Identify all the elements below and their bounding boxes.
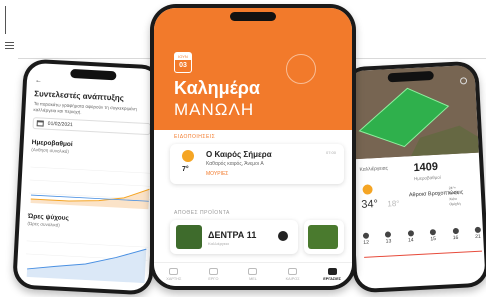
alerts-section-title: ΕΙΔΟΠΟΙΗΣΕΙΣ (174, 134, 216, 140)
date-badge: ΙΟΥΝ 03 (174, 52, 192, 73)
tab-tasks[interactable]: ΕΡΓΑΣΙΕΣ (317, 268, 347, 281)
degree-days-subtitle: (Ανθηση συνολικά) (31, 147, 70, 154)
right-phone-mockup: Καλλιέργειας 1409 Ημεροβαθμοί Αθροισ Βρο… (342, 60, 486, 294)
date-badge-month: ΙΟΥΝ (175, 53, 191, 60)
back-arrow-icon[interactable]: ← (35, 77, 42, 84)
left-phone-screen: ← Συντελεστές ανάπτυξης Τα παρακάτω γραφ… (16, 62, 160, 292)
forecast-day[interactable]: 16 (452, 227, 459, 241)
cloud-icon (407, 230, 414, 237)
weather-time: 07:00 (325, 150, 336, 155)
leaf-icon (208, 268, 218, 275)
center-phone-screen: ΙΟΥΝ 03 Καλημέρα ΜΑΝΩΛΗ ΕΙΔΟΠΟΙΗΣΕΙΣ 7° … (154, 8, 352, 286)
cloud-icon (474, 226, 481, 233)
temperature-low: 18° (387, 198, 400, 209)
chill-hours-chart (25, 240, 149, 284)
legend-item: Βροχή (448, 191, 459, 196)
tab-map[interactable]: ΧΑΡΤΗΣ (159, 268, 189, 281)
tree-card[interactable]: ΔΕΝΤΡΑ 11 Καλλιέργεια (170, 220, 298, 254)
weather-legend: 24°+ Βροχή Χιόνι Ομίχλη (449, 186, 461, 208)
hamburger-menu-icon[interactable] (5, 42, 14, 49)
sun-icon (362, 184, 373, 195)
phone-notch (70, 68, 117, 81)
date-badge-day: 03 (179, 62, 187, 69)
right-phone-screen: Καλλιέργειας 1409 Ημεροβαθμοί Αθροισ Βρο… (346, 64, 486, 290)
legend-item: Ομίχλη (449, 201, 461, 207)
forecast-day[interactable]: 12 (362, 232, 370, 246)
tab-mel[interactable]: MEL (238, 268, 268, 281)
temperature-trend-line (364, 250, 482, 258)
phone-notch (230, 12, 276, 21)
weather-card[interactable]: 7° Ο Καιρός Σήμερα Καθαρός καιρός, Άνεμο… (170, 144, 344, 184)
user-name: ΜΑΝΩΛΗ (174, 100, 255, 119)
weather-title: Ο Καιρός Σήμερα (206, 150, 272, 159)
tab-project[interactable]: ΕΡΓΟ (198, 268, 228, 281)
sun-icon (182, 150, 194, 162)
left-phone-mockup: ← Συντελεστές ανάπτυξης Τα παρακάτω γραφ… (12, 58, 164, 296)
grid-icon (248, 268, 258, 275)
tree-card-title: ΔΕΝΤΡΑ 11 (208, 230, 257, 240)
weather-temperature: 7° (182, 166, 189, 173)
field-thumbnail (176, 225, 202, 249)
sun-icon (278, 231, 288, 241)
degree-days-sub: Ημεροβαθμοί (413, 174, 441, 182)
products-section-title: ΑΠΟΘΕΣ ΠΡΟΪΟΝΤΑ (174, 210, 230, 216)
cloud-icon (385, 231, 392, 238)
cloud-icon (362, 232, 370, 239)
weather-description: Καθαρός καιρός, Άνεμοι A (206, 161, 264, 167)
forecast-days: 12 13 14 15 16 21 (362, 226, 482, 246)
calendar-icon (36, 120, 44, 127)
tree-card-subtitle: Καλλιέργεια (208, 241, 229, 246)
tasks-icon (327, 268, 337, 275)
weather-icon (288, 268, 298, 275)
field-thumbnail (308, 225, 338, 249)
forecast-day[interactable]: 13 (385, 231, 392, 245)
cloud-icon (429, 229, 437, 236)
degree-days-value: 1409 (413, 160, 439, 175)
field-card[interactable] (304, 220, 344, 254)
growth-factors-description: Τα παρακάτω γραφήματα αφορούν τη συγκεκρ… (33, 101, 138, 115)
screenshot-stage: y ← Συντελεστές ανάπτυξης Τα παρακάτω γρ… (0, 0, 486, 297)
forecast-day[interactable]: 21 (474, 226, 482, 240)
forecast-day[interactable]: 14 (407, 230, 415, 243)
map-icon (169, 268, 179, 275)
degree-days-chart (29, 166, 153, 210)
bottom-tab-bar: ΧΑΡΤΗΣ ΕΡΓΟ MEL ΚΑΙΡΟΣ ΕΡΓΑΣΙΕΣ (154, 262, 352, 286)
weather-location: ΜΟΥΡΙΕΣ (206, 171, 229, 177)
date-value: 01/02/2021 (47, 120, 73, 129)
cloud-icon (452, 227, 459, 235)
vertical-divider (5, 6, 6, 34)
tab-weather[interactable]: ΚΑΙΡΟΣ (278, 268, 308, 281)
crop-label: Καλλιέργειας (359, 165, 389, 173)
chill-hours-subtitle: (Ώρες συνολικά) (27, 220, 60, 228)
forecast-day[interactable]: 15 (429, 229, 437, 242)
date-picker[interactable]: 01/02/2021 (32, 117, 151, 136)
greeting-hero: ΙΟΥΝ 03 Καλημέρα ΜΑΝΩΛΗ (154, 8, 352, 130)
growth-factors-title: Συντελεστές ανάπτυξης (34, 89, 125, 103)
greeting-text: Καλημέρα (174, 78, 260, 98)
sun-outline-icon (286, 54, 316, 84)
temperature-high: 34° (361, 198, 379, 211)
center-phone-mockup: ΙΟΥΝ 03 Καλημέρα ΜΑΝΩΛΗ ΕΙΔΟΠΟΙΗΣΕΙΣ 7° … (150, 4, 356, 290)
